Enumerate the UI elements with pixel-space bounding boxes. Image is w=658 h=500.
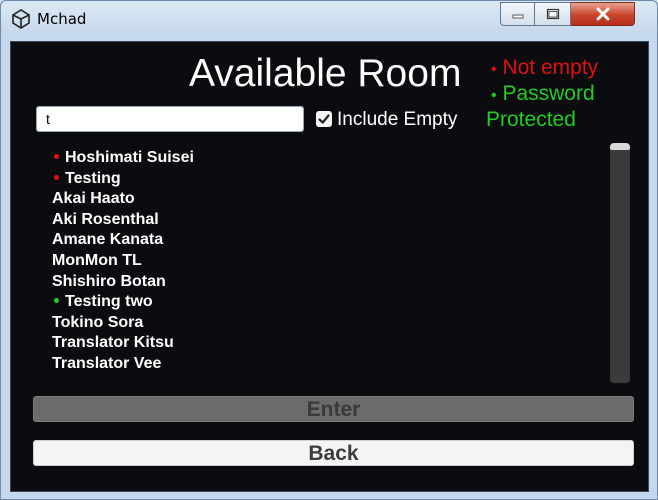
close-icon [596,7,609,21]
room-name: Translator Vee [52,355,162,372]
room-list-item[interactable]: Hoshimati Suisei [52,148,194,168]
app-window: Mchad Available Room • Not empty • Passw [0,0,658,500]
maximize-button[interactable] [535,2,571,26]
legend-not-empty: • Not empty [491,56,598,80]
checkmark-icon [318,114,330,124]
room-list-item[interactable]: Testing [52,169,121,189]
legend-not-empty-label: Not empty [502,56,599,79]
room-name: Testing [65,169,121,187]
room-name: Shishiro Botan [52,272,166,290]
room-name: Tokino Sora [52,313,144,331]
room-list-item[interactable]: Testing two [52,292,153,312]
room-browser-panel: Available Room • Not empty • Password Pr… [10,41,649,492]
scrollbar-thumb[interactable] [610,143,630,150]
include-empty-label: Include Empty [337,109,458,130]
page-title: Available Room [189,52,462,95]
red-dot-icon [54,154,59,160]
room-list-item[interactable]: Shishiro Botan [52,272,166,292]
room-name: Akai Haato [52,190,135,208]
room-list-item[interactable]: Aki Rosenthal [52,210,159,230]
red-dot-icon [54,174,59,180]
room-name: Hoshimati Suisei [65,149,194,166]
search-input[interactable] [36,106,304,132]
room-list-item[interactable]: Akai Haato [52,189,135,209]
room-list-item[interactable]: Translator Vee [52,354,161,374]
window-title: Mchad [37,10,87,28]
green-dot-icon [54,298,59,304]
room-list-item[interactable]: Amane Kanata [52,230,163,250]
room-list-item[interactable]: MonMon TL [52,251,142,271]
room-list-item[interactable]: Tokino Sora [52,313,143,333]
room-name: Amane Kanata [52,231,164,249]
room-name: MonMon TL [52,252,142,269]
close-button[interactable] [571,2,635,26]
include-empty-checkbox[interactable] [316,111,332,127]
minimize-icon [512,14,523,19]
legend-password: • Password [491,82,595,106]
room-name: Testing two [65,293,153,311]
room-list: Hoshimati Suisei Testing Akai Haato Aki Ros… [38,146,598,380]
legend-password-label: Password [502,82,595,105]
room-name: Aki Rosenthal [52,210,159,228]
minimize-button[interactable] [500,2,535,26]
green-dot-icon: • [491,87,497,104]
enter-button[interactable]: Enter [33,396,634,422]
unity-icon [11,9,31,29]
room-list-scrollbar[interactable] [610,143,630,383]
room-list-item[interactable]: Translator Kitsu [52,333,174,353]
red-dot-icon: • [491,61,497,78]
back-button[interactable]: Back [33,440,634,466]
title-bar[interactable]: Mchad [1,1,657,37]
maximize-icon [546,8,559,20]
legend-protected-label: Protected [486,108,576,131]
room-name: Translator Kitsu [52,334,174,352]
